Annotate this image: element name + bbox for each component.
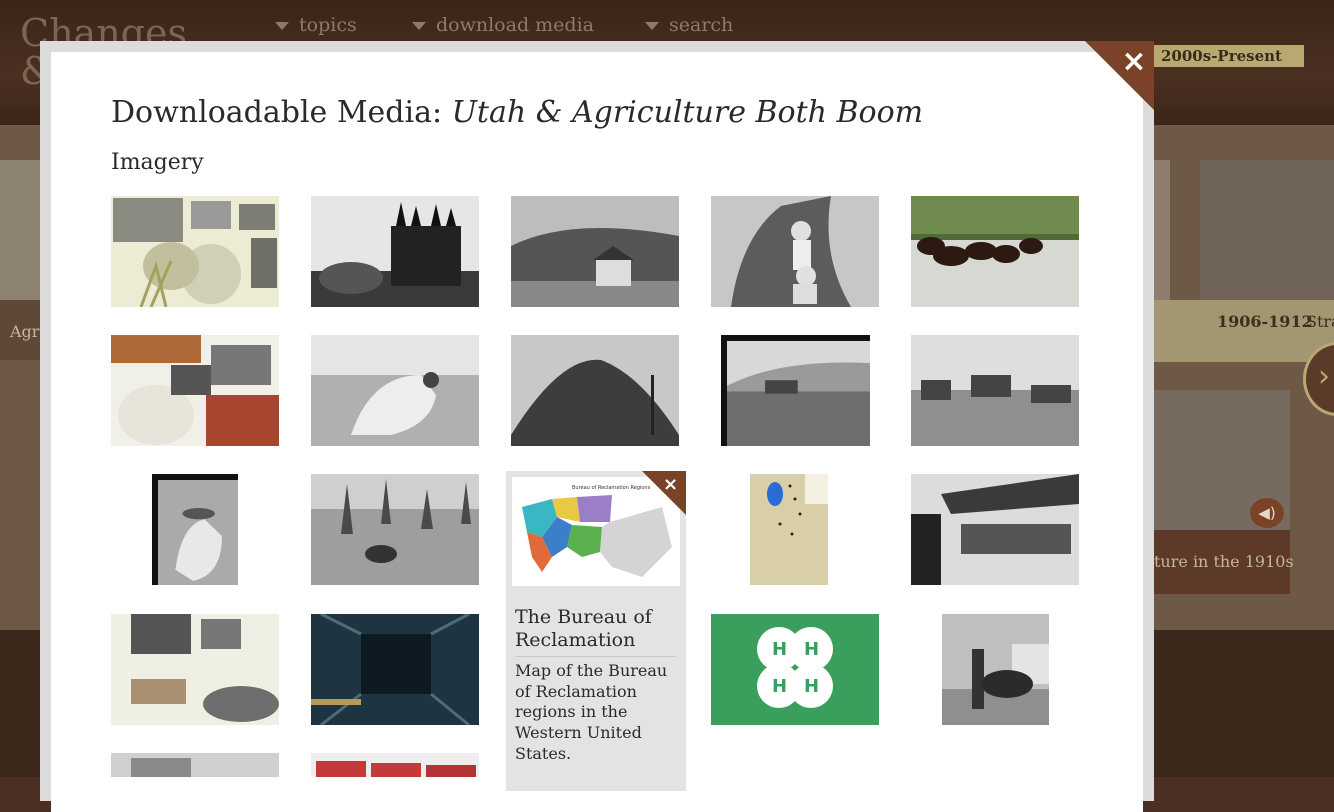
image-thumbnail[interactable] [311, 753, 479, 777]
nav-topics-label: topics [299, 14, 357, 36]
caption-text: Stra Valley Pro [1306, 312, 1334, 331]
timeline-card-sheep[interactable]: ◀) [1154, 390, 1290, 530]
nav-download-media-label: download media [436, 14, 594, 36]
farm-collage-image [111, 196, 279, 307]
men-in-tree-image [711, 196, 879, 307]
era-badge[interactable]: 2000s-Present [1152, 45, 1304, 67]
image-thumbnail[interactable] [511, 335, 679, 446]
image-thumbnail[interactable] [911, 474, 1079, 585]
caret-down-icon [412, 22, 426, 30]
four-h-clover-icon: H HH H [711, 614, 879, 725]
left-caption-text: Agr [10, 322, 40, 341]
wagons-harvest-image [911, 335, 1079, 446]
map-title: Bureau of Reclamation Regions [572, 485, 651, 491]
modal-title: Downloadable Media: Utah & Agriculture B… [111, 95, 923, 130]
timeline-card-flume[interactable] [1200, 160, 1334, 300]
image-thumbnail[interactable] [311, 614, 479, 725]
image-thumbnail[interactable] [111, 753, 279, 777]
speaker-icon[interactable]: ◀) [1250, 498, 1284, 528]
image-thumbnail[interactable] [311, 196, 479, 307]
canned-goods-image [311, 753, 479, 777]
svg-text:H: H [804, 676, 819, 697]
cattle-drive-image [911, 196, 1079, 307]
modal-title-prefix: Downloadable Media: [111, 95, 452, 130]
salt-lake-temple-image [311, 196, 479, 307]
image-thumbnail[interactable] [511, 196, 679, 307]
detail-title: The Bureau of Reclamation [515, 606, 652, 651]
timeline-card-left-caption: Agr [0, 300, 40, 360]
image-thumbnail[interactable] [750, 474, 828, 585]
svg-text:H: H [772, 676, 787, 697]
timeline-card-caption: 1906-1912 Stra Valley Pro [1154, 300, 1334, 362]
worker-in-field-image [311, 335, 479, 446]
worker-crouching-image [158, 480, 238, 585]
timeline-card-caption-2: ture in the 1910s [1154, 530, 1294, 594]
nav-download-media[interactable]: download media [412, 14, 594, 36]
barn-sheep-collage-image [111, 614, 279, 725]
utah-map-image [750, 474, 828, 585]
image-thumbnail[interactable] [152, 474, 238, 585]
image-thumbnail[interactable] [721, 335, 870, 446]
image-thumbnail[interactable] [911, 196, 1079, 307]
nav-topics[interactable]: topics [275, 14, 357, 36]
caret-down-icon [645, 22, 659, 30]
close-icon[interactable]: × [1118, 44, 1150, 80]
divider [515, 656, 676, 657]
image-thumbnail[interactable] [111, 196, 279, 307]
image-thumbnail[interactable] [311, 335, 479, 446]
image-thumbnail[interactable] [311, 474, 479, 585]
close-icon[interactable]: × [663, 474, 678, 496]
image-thumbnail[interactable] [111, 335, 279, 446]
produce-market-image [911, 474, 1079, 585]
chevron-right-icon: › [1318, 359, 1330, 394]
image-thumbnail[interactable] [942, 614, 1049, 725]
timeline-card-left[interactable] [0, 160, 40, 300]
cows-collage-image [111, 335, 279, 446]
svg-text:H: H [804, 639, 819, 660]
svg-text:H: H [772, 639, 787, 660]
caption-year: 1906-1912 [1217, 312, 1313, 331]
modal-title-topic: Utah & Agriculture Both Boom [451, 95, 924, 130]
nav-search[interactable]: search [645, 14, 733, 36]
caption-2-text: ture in the 1910s [1154, 552, 1294, 571]
boy-with-calf-image [942, 614, 1049, 725]
image-thumbnail[interactable] [911, 335, 1079, 446]
sugar-factory-image [727, 341, 870, 446]
section-title-imagery: Imagery [111, 150, 204, 175]
nav-search-label: search [669, 14, 734, 36]
tunnel-flume-image [311, 614, 479, 725]
caret-down-icon [275, 22, 289, 30]
timeline-card-right-edge[interactable] [1154, 160, 1170, 300]
image-thumbnail[interactable] [711, 196, 879, 307]
sugar-beet-pile-image [511, 335, 679, 446]
building-image [111, 753, 279, 777]
cattle-forest-image [311, 474, 479, 585]
farmhouse-hills-image [511, 196, 679, 307]
detail-description: Map of the Bureau of Reclamation regions… [515, 661, 668, 763]
image-thumbnail[interactable] [111, 614, 279, 725]
image-detail-panel: Bureau of Reclamation Regions × The Bure… [506, 471, 686, 791]
image-thumbnail[interactable]: HHHH [711, 614, 879, 725]
